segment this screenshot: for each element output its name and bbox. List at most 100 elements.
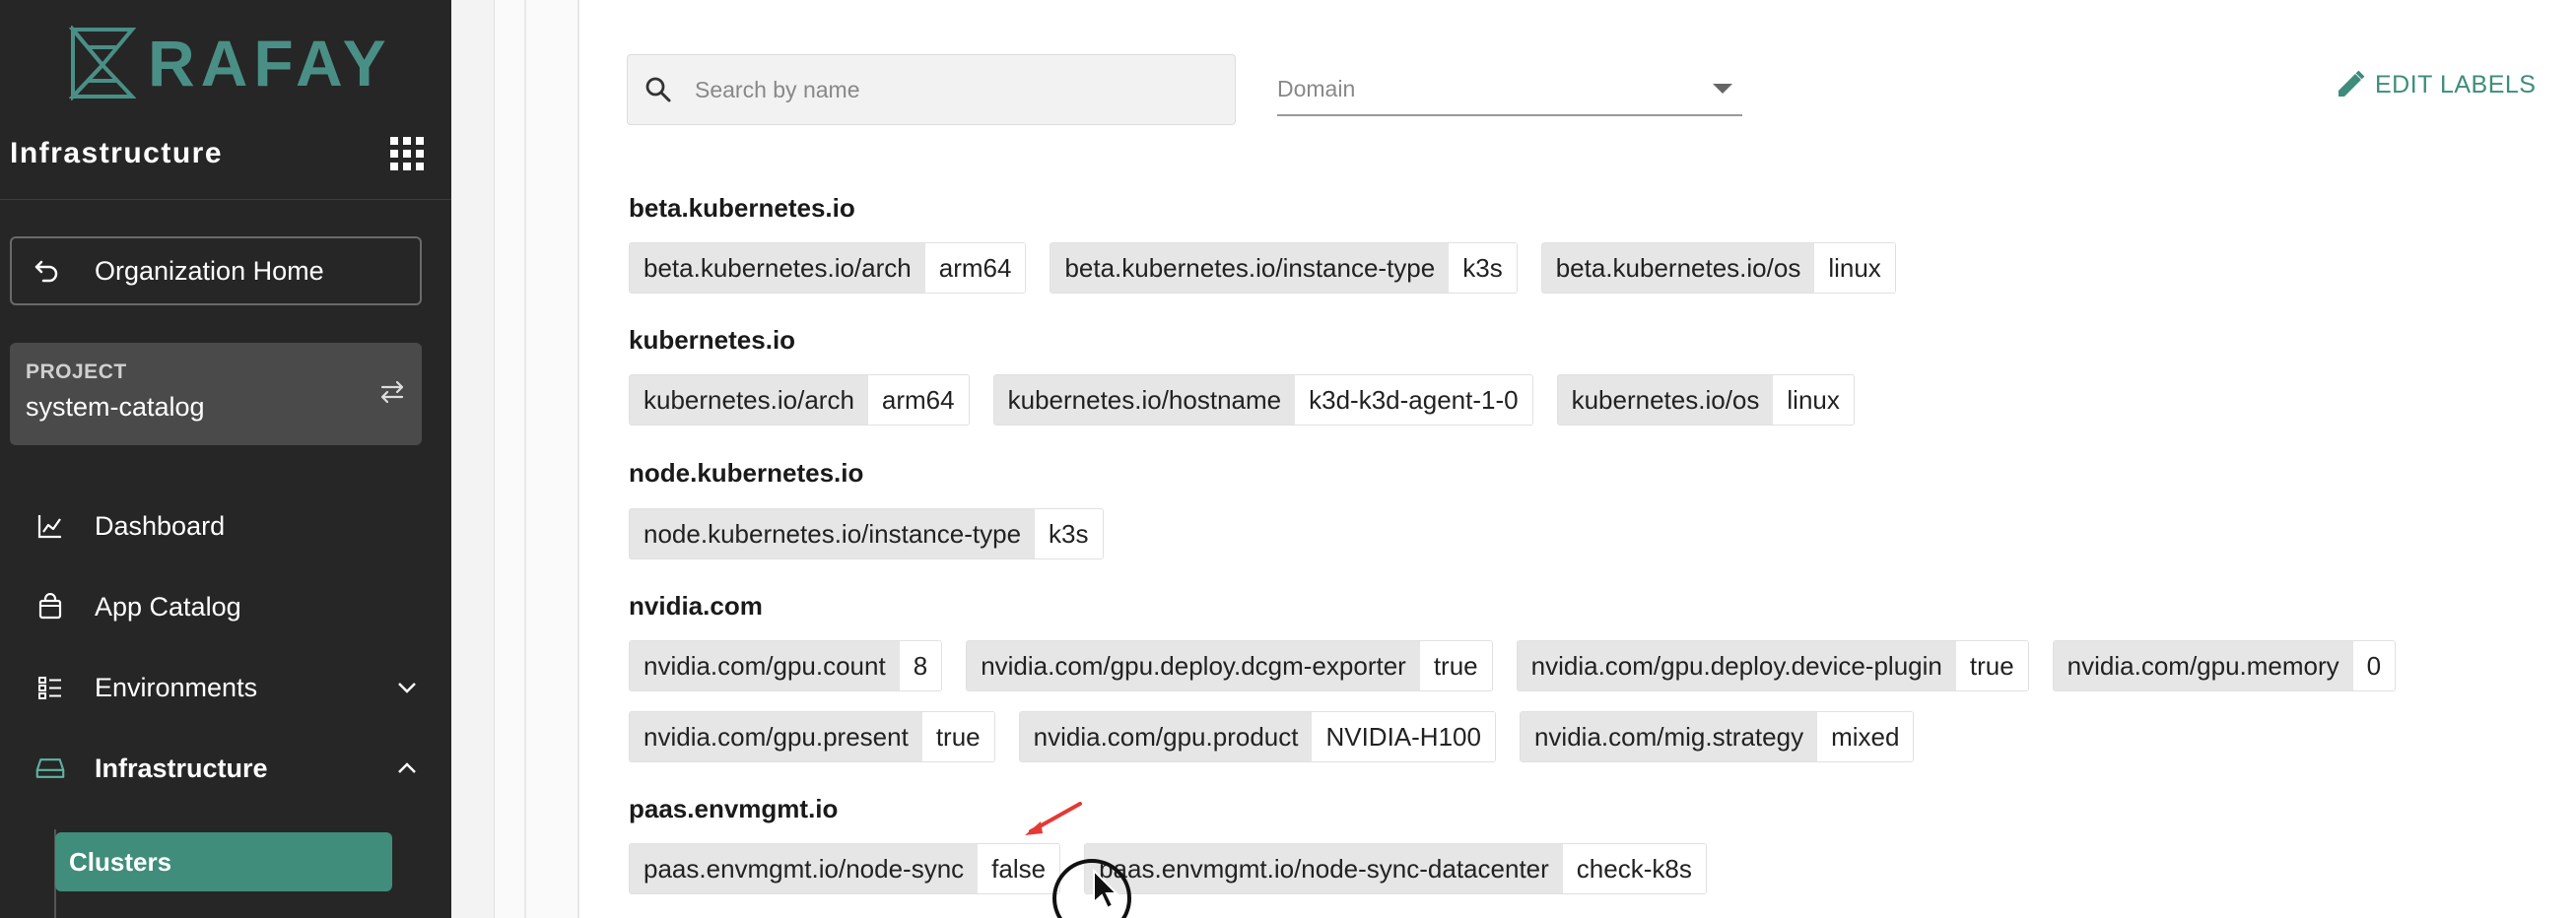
- label-chip: kubernetes.io/os linux: [1556, 374, 1855, 426]
- project-selector[interactable]: PROJECT system-catalog: [10, 343, 422, 445]
- label-value: NVIDIA-H100: [1312, 712, 1495, 761]
- sidebar-item-infrastructure[interactable]: Infrastructure: [35, 744, 420, 793]
- app-title-row: Infrastructure: [10, 132, 424, 175]
- label-group-title: nvidia.com: [629, 591, 763, 621]
- label-chip-row: beta.kubernetes.io/arch arm64 beta.kuberne…: [629, 242, 1896, 294]
- search-icon: [645, 77, 671, 102]
- label-value: check-k8s: [1562, 844, 1706, 893]
- sidebar-divider: [0, 199, 451, 200]
- label-key: beta.kubernetes.io/arch: [630, 243, 925, 293]
- edit-labels-button[interactable]: EDIT LABELS: [2334, 67, 2536, 102]
- label-chip: nvidia.com/gpu.deploy.device-plugin true: [1516, 640, 2029, 691]
- label-key: nvidia.com/gpu.count: [630, 641, 900, 690]
- sidebar-subitem-label: Clusters: [69, 846, 172, 877]
- label-key: nvidia.com/gpu.deploy.device-plugin: [1517, 641, 1956, 690]
- project-name: system-catalog: [26, 392, 205, 422]
- organization-home-label: Organization Home: [95, 255, 324, 286]
- rafay-logo-icon: [69, 26, 136, 100]
- sidebar-item-label: Dashboard: [95, 510, 226, 541]
- label-chip: beta.kubernetes.io/arch arm64: [629, 242, 1027, 294]
- label-chip-row: nvidia.com/gpu.present true nvidia.com/gpu…: [629, 711, 1915, 762]
- label-key: paas.envmgmt.io/node-sync-datacenter: [1085, 844, 1563, 893]
- label-value: false: [978, 844, 1060, 893]
- app-switcher-grid-icon[interactable]: [390, 137, 424, 170]
- label-value: k3d-k3d-agent-1-0: [1295, 375, 1532, 425]
- label-group-title: kubernetes.io: [629, 325, 796, 355]
- label-chip: nvidia.com/gpu.memory 0: [2052, 640, 2397, 691]
- label-key: beta.kubernetes.io/os: [1541, 243, 1815, 293]
- label-value: arm64: [924, 243, 1026, 293]
- dropdown-caret-icon: [1713, 84, 1732, 94]
- sidebar-subitem-clusters[interactable]: Clusters: [55, 832, 392, 891]
- label-key: nvidia.com/gpu.present: [630, 712, 922, 761]
- label-chip: paas.envmgmt.io/node-sync-datacenter chec…: [1084, 843, 1707, 894]
- label-value: true: [921, 712, 994, 761]
- search-field[interactable]: [627, 54, 1236, 125]
- label-chip: nvidia.com/gpu.count 8: [629, 640, 943, 691]
- label-value: 0: [2352, 641, 2396, 690]
- label-group-title: paas.envmgmt.io: [629, 794, 839, 823]
- label-value: mixed: [1817, 712, 1914, 761]
- label-key: nvidia.com/mig.strategy: [1520, 712, 1818, 761]
- domain-select-label: Domain: [1277, 75, 1356, 101]
- label-value: 8: [899, 641, 942, 690]
- server-drive-icon: [35, 754, 65, 783]
- label-group-title: node.kubernetes.io: [629, 458, 864, 488]
- label-chip-row: node.kubernetes.io/instance-type k3s: [629, 508, 1104, 559]
- label-value: linux: [1814, 243, 1895, 293]
- label-key: nvidia.com/gpu.product: [1019, 712, 1313, 761]
- mouse-cursor-icon: [1052, 859, 1131, 918]
- annotation-arrow-icon: [1025, 802, 1082, 835]
- label-chip: kubernetes.io/arch arm64: [629, 374, 970, 426]
- label-value: linux: [1773, 375, 1854, 425]
- label-chip: beta.kubernetes.io/os linux: [1540, 242, 1896, 294]
- sidebar: RAFAY Infrastructure Organization Home P…: [0, 0, 451, 918]
- logo-text: RAFAY: [148, 27, 392, 99]
- label-value: true: [1955, 641, 2028, 690]
- label-chip: nvidia.com/gpu.present true: [629, 711, 995, 762]
- content-edge: [524, 0, 526, 918]
- chevron-down-icon[interactable]: [394, 675, 420, 700]
- label-value: true: [1419, 641, 1492, 690]
- label-value: k3s: [1035, 509, 1103, 558]
- labels-card: [579, 0, 2576, 918]
- chart-line-icon: [35, 511, 65, 541]
- project-label: PROJECT: [26, 361, 127, 383]
- label-chip: node.kubernetes.io/instance-type k3s: [629, 508, 1104, 559]
- label-value: arm64: [867, 375, 969, 425]
- label-chip-row: nvidia.com/gpu.count 8 nvidia.com/gpu.depl…: [629, 640, 2397, 691]
- label-value: k3s: [1449, 243, 1517, 293]
- pencil-icon: [2339, 70, 2365, 97]
- label-chip-row: paas.envmgmt.io/node-sync false paas.envmg…: [629, 843, 1707, 894]
- swap-icon[interactable]: [378, 378, 406, 406]
- domain-select[interactable]: Domain: [1277, 63, 1742, 116]
- sidebar-item-environments[interactable]: Environments: [35, 663, 420, 712]
- list-icon: [35, 673, 65, 702]
- layout-gutter: [451, 0, 495, 918]
- sidebar-item-label: App Catalog: [95, 591, 241, 622]
- edit-labels-text: EDIT LABELS: [2375, 70, 2537, 98]
- label-chip: kubernetes.io/hostname k3d-k3d-agent-1-0: [992, 374, 1533, 426]
- label-key: nvidia.com/gpu.deploy.dcgm-exporter: [967, 641, 1420, 690]
- sidebar-item-dashboard[interactable]: Dashboard: [35, 501, 420, 551]
- sidebar-item-app-catalog[interactable]: App Catalog: [35, 582, 420, 631]
- label-chip: paas.envmgmt.io/node-sync false: [629, 843, 1061, 894]
- label-chip: nvidia.com/mig.strategy mixed: [1519, 711, 1915, 762]
- label-chip: nvidia.com/gpu.deploy.dcgm-exporter true: [966, 640, 1493, 691]
- organization-home-button[interactable]: Organization Home: [10, 236, 422, 305]
- sidebar-item-label: Environments: [95, 672, 258, 702]
- label-chip-row: kubernetes.io/arch arm64 kubernetes.io/hos…: [629, 374, 1855, 426]
- sidebar-item-label: Infrastructure: [95, 753, 268, 783]
- app-title: Infrastructure: [10, 137, 224, 169]
- search-input[interactable]: [695, 76, 1207, 103]
- chevron-up-icon[interactable]: [394, 755, 420, 781]
- label-chip: beta.kubernetes.io/instance-type k3s: [1050, 242, 1518, 294]
- shopping-bag-icon: [35, 592, 65, 622]
- back-arrow-icon: [34, 260, 58, 283]
- label-chip: nvidia.com/gpu.product NVIDIA-H100: [1018, 711, 1496, 762]
- label-key: paas.envmgmt.io/node-sync: [630, 844, 979, 893]
- rafay-logo[interactable]: RAFAY: [69, 26, 392, 100]
- label-group-title: beta.kubernetes.io: [629, 193, 855, 223]
- label-key: node.kubernetes.io/instance-type: [630, 509, 1036, 558]
- label-key: beta.kubernetes.io/instance-type: [1051, 243, 1450, 293]
